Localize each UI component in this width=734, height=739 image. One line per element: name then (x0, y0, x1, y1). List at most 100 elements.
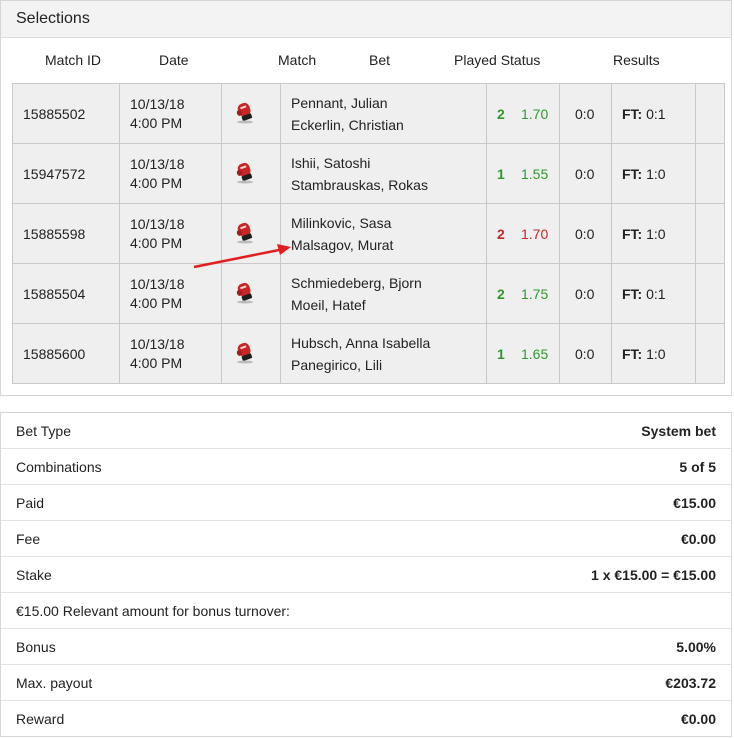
match-id-cell: 15947572 (12, 143, 120, 204)
bet-tip: 1 (497, 345, 505, 362)
summary-row: Reward €0.00 (1, 701, 731, 737)
bet-odd: 1.75 (521, 285, 549, 302)
match-time: 4:00 PM (130, 294, 183, 311)
ft-label: FT: (622, 225, 643, 242)
bet-odd: 1.70 (521, 105, 549, 122)
boxing-glove-icon (234, 102, 256, 127)
summary-value: 1 x €15.00 = €15.00 (591, 566, 716, 583)
header-bet: Bet (369, 52, 391, 68)
played-score-cell: 0:0 (559, 143, 612, 204)
home-player: Hubsch, Anna Isabella (291, 334, 431, 351)
sport-icon-cell (221, 203, 281, 264)
ft-label: FT: (622, 285, 643, 302)
summary-label: Bonus (16, 638, 56, 655)
empty-cell (695, 143, 725, 204)
result-cell: FT: 1:0 (611, 323, 696, 384)
date-cell: 10/13/18 4:00 PM (119, 323, 222, 384)
played-score-cell: 0:0 (559, 323, 612, 384)
empty-cell (695, 263, 725, 324)
summary-value: 5 of 5 (679, 458, 716, 475)
bet-cell: 2 1.70 (486, 203, 560, 264)
summary-label: Bet Type (16, 422, 72, 439)
bet-cell: 1 1.65 (486, 323, 560, 384)
header-match-id: Match ID (45, 52, 102, 68)
empty-cell (695, 203, 725, 264)
bet-summary-panel: Bet Type System bet Combinations 5 of 5 Paid… (0, 412, 732, 737)
summary-row: Max. payout €203.72 (1, 665, 731, 701)
match-time: 4:00 PM (130, 354, 183, 371)
empty-cell (695, 83, 725, 144)
summary-value: €0.00 (680, 530, 716, 547)
header-match: Match (278, 52, 317, 68)
selections-table: 15885502 10/13/18 4:00 PM Pennant, Julian… (12, 83, 725, 384)
bet-tip: 2 (497, 105, 505, 122)
header-date: Date (159, 52, 189, 68)
match-time: 4:00 PM (130, 234, 183, 251)
header-results: Results (613, 52, 660, 68)
sport-icon-cell (221, 143, 281, 204)
ft-score: 1:0 (646, 165, 666, 182)
match-cell: Ishii, Satoshi Stambrauskas, Rokas (280, 143, 487, 204)
selection-row: 15885504 10/13/18 4:00 PM Schmiedeberg, B… (12, 263, 725, 324)
summary-row: Paid €15.00 (1, 485, 731, 521)
sport-icon-cell (221, 323, 281, 384)
match-date: 10/13/18 (130, 95, 185, 112)
summary-label: Paid (16, 494, 45, 511)
bet-tip: 2 (497, 225, 505, 242)
ft-label: FT: (622, 105, 643, 122)
match-id-cell: 15885502 (12, 83, 120, 144)
selections-title: Selections (1, 1, 731, 38)
summary-row: Stake 1 x €15.00 = €15.00 (1, 557, 731, 593)
match-cell: Pennant, Julian Eckerlin, Christian (280, 83, 487, 144)
match-date: 10/13/18 (130, 335, 185, 352)
selection-row: 15885598 10/13/18 4:00 PM Milinkovic, Sas… (12, 203, 725, 264)
match-time: 4:00 PM (130, 174, 183, 191)
bet-cell: 1 1.55 (486, 143, 560, 204)
home-player: Ishii, Satoshi (291, 154, 371, 171)
empty-cell (695, 323, 725, 384)
boxing-glove-icon (234, 282, 256, 307)
match-cell: Schmiedeberg, Bjorn Moeil, Hatef (280, 263, 487, 324)
match-id-cell: 15885600 (12, 323, 120, 384)
date-cell: 10/13/18 4:00 PM (119, 143, 222, 204)
date-cell: 10/13/18 4:00 PM (119, 263, 222, 324)
summary-row: Combinations 5 of 5 (1, 449, 731, 485)
summary-row: €15.00 Relevant amount for bonus turnove… (1, 593, 731, 629)
away-player: Stambrauskas, Rokas (291, 176, 428, 193)
selection-row: 15885502 10/13/18 4:00 PM Pennant, Julian… (12, 83, 725, 144)
bet-tip: 2 (497, 285, 505, 302)
header-played-status: Played Status (454, 52, 541, 68)
away-player: Moeil, Hatef (291, 296, 366, 313)
ft-score: 1:0 (646, 345, 666, 362)
played-score-cell: 0:0 (559, 83, 612, 144)
bet-cell: 2 1.75 (486, 263, 560, 324)
result-cell: FT: 0:1 (611, 263, 696, 324)
result-cell: FT: 1:0 (611, 203, 696, 264)
played-score-cell: 0:0 (559, 263, 612, 324)
home-player: Milinkovic, Sasa (291, 214, 392, 231)
bet-cell: 2 1.70 (486, 83, 560, 144)
match-id-cell: 15885598 (12, 203, 120, 264)
summary-label: Max. payout (16, 674, 93, 691)
away-player: Panegirico, Lili (291, 356, 383, 373)
boxing-glove-icon (234, 162, 256, 187)
bet-odd: 1.70 (521, 225, 549, 242)
ft-score: 0:1 (646, 285, 666, 302)
selection-row: 15885600 10/13/18 4:00 PM Hubsch, Anna Is… (12, 323, 725, 384)
ft-label: FT: (622, 165, 643, 182)
boxing-glove-icon (234, 342, 256, 367)
bet-odd: 1.65 (521, 345, 549, 362)
result-cell: FT: 0:1 (611, 83, 696, 144)
ft-score: 1:0 (646, 225, 666, 242)
date-cell: 10/13/18 4:00 PM (119, 203, 222, 264)
bet-odd: 1.55 (521, 165, 549, 182)
away-player: Malsagov, Murat (291, 236, 394, 253)
played-score-cell: 0:0 (559, 203, 612, 264)
summary-row: Bet Type System bet (1, 413, 731, 449)
summary-label: Reward (16, 711, 65, 727)
summary-value: €15.00 (673, 494, 716, 511)
ft-label: FT: (622, 345, 643, 362)
sport-icon-cell (221, 83, 281, 144)
match-time: 4:00 PM (130, 114, 183, 131)
summary-value: System bet (641, 422, 716, 439)
